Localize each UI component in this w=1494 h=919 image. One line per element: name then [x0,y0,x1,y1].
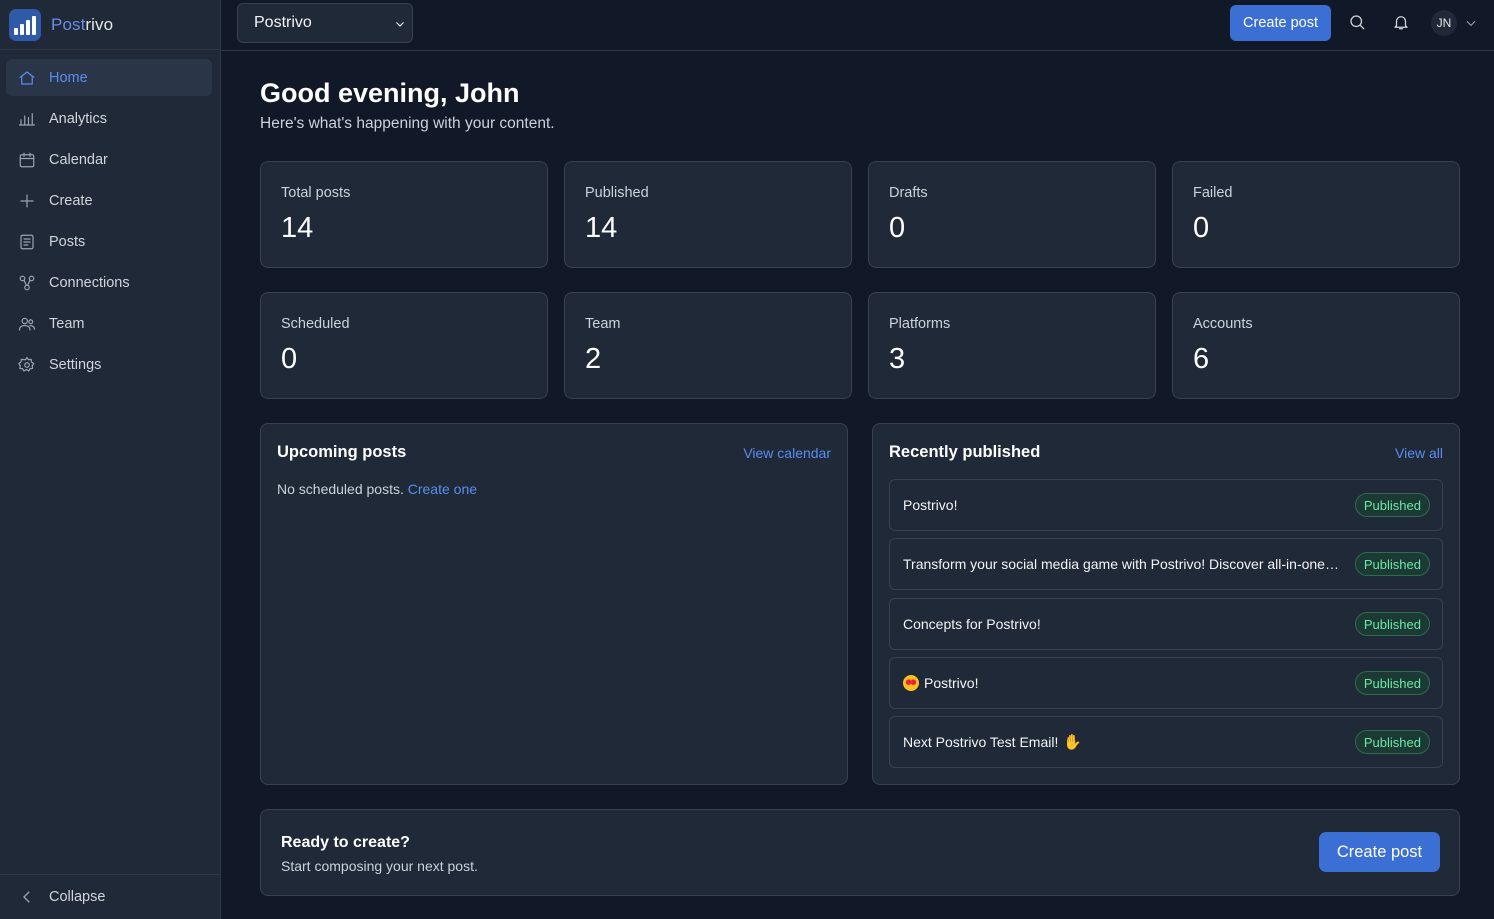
sidebar-item-label: Create [49,192,93,209]
empty-state-text: No scheduled posts. [277,481,404,497]
upcoming-posts-panel: Upcoming posts View calendar No schedule… [260,423,848,785]
post-title: Transform your social media game with Po… [903,556,1339,572]
status-badge: Published [1354,612,1430,636]
status-badge: Published [1354,493,1430,517]
sidebar-item-posts[interactable]: Posts [6,223,212,260]
post-title: Next Postrivo Test Email! [903,734,1059,750]
calendar-icon [18,151,36,169]
status-badge: Published [1354,552,1430,576]
stat-card-total-posts: Total posts 14 [260,161,548,268]
heart-eyes-emoji-icon [903,675,919,691]
sidebar-item-label: Calendar [49,151,108,168]
stat-card-published: Published 14 [564,161,852,268]
stat-label: Accounts [1193,316,1253,332]
analytics-icon [18,110,36,128]
stat-value: 6 [1193,343,1210,375]
stat-card-accounts: Accounts 6 [1172,292,1460,399]
chevron-down-icon [394,17,406,29]
stat-label: Failed [1193,185,1233,201]
chevron-left-icon [23,891,30,903]
stat-label: Published [585,185,649,201]
topbar: Postrivo Create post JN [221,0,1494,51]
sidebar-item-create[interactable]: Create [6,182,212,219]
connections-icon [18,274,36,292]
sidebar-item-settings[interactable]: Settings [6,346,212,383]
sidebar-item-home[interactable]: Home [6,59,212,96]
status-badge: Published [1354,671,1430,695]
list-item[interactable]: Postrivo! Published [889,479,1443,531]
logo-icon [9,8,41,41]
stat-card-drafts: Drafts 0 [868,161,1156,268]
plus-icon [18,192,36,210]
page-title: Good evening, John [260,78,520,108]
cta-subtitle: Start composing your next post. [281,858,478,874]
stat-card-platforms: Platforms 3 [868,292,1156,399]
post-title: Postrivo! [903,497,958,513]
post-title: Postrivo! [924,675,979,691]
post-title: Concepts for Postrivo! [903,616,1041,632]
sidebar-item-calendar[interactable]: Calendar [6,141,212,178]
stat-value: 14 [585,212,618,244]
stat-card-team: Team 2 [564,292,852,399]
view-all-link[interactable]: View all [1395,445,1443,461]
list-item[interactable]: Concepts for Postrivo! Published [889,598,1443,650]
avatar[interactable]: JN [1431,10,1457,36]
stat-label: Total posts [281,185,351,201]
status-badge: Published [1354,730,1430,754]
sidebar-item-label: Posts [49,233,86,250]
brand-name-part1: Post [51,14,86,34]
sidebar-item-label: Settings [49,356,102,373]
cta-title: Ready to create? [281,834,410,851]
create-one-link[interactable]: Create one [408,481,477,497]
view-calendar-link[interactable]: View calendar [743,445,831,461]
sidebar-item-team[interactable]: Team [6,305,212,342]
list-item[interactable]: Postrivo! Published [889,657,1443,709]
workspace-select[interactable]: Postrivo [237,3,413,43]
stat-value: 0 [1193,212,1210,244]
sidebar-nav: Home Analytics Calendar Create Posts Con… [6,59,212,387]
stat-value: 14 [281,212,314,244]
list-item[interactable]: Transform your social media game with Po… [889,538,1443,590]
search-icon[interactable] [1348,13,1368,33]
panel-title: Upcoming posts [277,443,407,461]
brand-name-part2: rivo [85,14,114,34]
stat-label: Team [585,316,621,332]
create-post-button[interactable]: Create post [1319,832,1440,872]
gear-icon [18,356,36,374]
stat-label: Platforms [889,316,951,332]
chevron-down-icon[interactable] [1464,16,1478,30]
collapse-label: Collapse [49,889,106,905]
sidebar-item-analytics[interactable]: Analytics [6,100,212,137]
stat-value: 3 [889,343,906,375]
ready-to-create-card: Ready to create? Start composing your ne… [260,809,1460,896]
stat-value: 0 [889,212,906,244]
document-icon [18,233,36,251]
brand[interactable]: Postrivo [0,0,220,50]
sidebar-item-connections[interactable]: Connections [6,264,212,301]
thumbs-up-emoji-icon: ✋ [1063,733,1083,751]
sidebar-item-label: Connections [49,274,130,291]
brand-name: Postrivo [51,15,113,35]
empty-state: No scheduled posts. Create one [277,481,477,497]
team-icon [18,315,36,333]
stat-value: 2 [585,343,602,375]
collapse-button[interactable]: Collapse [0,874,220,919]
home-icon [18,69,36,87]
create-post-button[interactable]: Create post [1230,5,1331,41]
stat-label: Scheduled [281,316,350,332]
stat-label: Drafts [889,185,928,201]
sidebar-item-label: Home [49,69,88,86]
stat-card-failed: Failed 0 [1172,161,1460,268]
bell-icon[interactable] [1392,13,1412,33]
page-subtitle: Here's what's happening with your conten… [260,115,555,132]
workspace-select-value: Postrivo [254,14,312,31]
list-item[interactable]: Next Postrivo Test Email! ✋ Published [889,716,1443,768]
stat-value: 0 [281,343,298,375]
sidebar: Postrivo Home Analytics Calendar Create … [0,0,221,919]
recently-published-panel: Recently published View all Postrivo! Pu… [872,423,1460,785]
panel-title: Recently published [889,443,1041,461]
sidebar-item-label: Analytics [49,110,108,127]
stat-card-scheduled: Scheduled 0 [260,292,548,399]
sidebar-item-label: Team [49,315,85,332]
